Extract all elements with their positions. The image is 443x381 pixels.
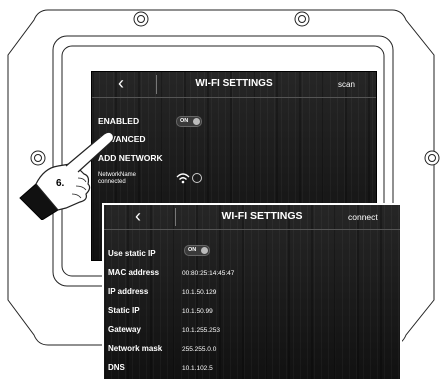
toggle-knob	[193, 118, 200, 125]
header-divider	[156, 75, 157, 94]
network-mask-value[interactable]: 255.255.0.0	[182, 346, 216, 353]
step-number-label: 6.	[56, 178, 65, 189]
header-divider	[175, 208, 176, 226]
gateway-value[interactable]: 10.1.255.253	[182, 327, 220, 334]
back-chevron-icon[interactable]: ‹	[118, 72, 124, 94]
screw-top-left-icon	[133, 11, 149, 27]
wifi-advanced-screen: ‹ WI-FI SETTINGS connect Use static IP O…	[102, 203, 402, 381]
wifi-enabled-toggle[interactable]: ON	[176, 116, 202, 127]
screen2-header: ‹ WI-FI SETTINGS connect	[104, 205, 400, 230]
gateway-label: Gateway	[108, 325, 141, 334]
screen1-title: WI-FI SETTINGS	[195, 78, 273, 89]
pointing-hand-icon	[19, 131, 115, 220]
screw-top-right-icon	[294, 11, 310, 27]
static-ip-value[interactable]: 10.1.50.99	[182, 308, 213, 315]
screen1-header: ‹ WI-FI SETTINGS scan	[92, 72, 376, 98]
toggle-knob	[201, 247, 208, 254]
static-ip-toggle[interactable]: ON	[184, 245, 210, 256]
ip-address-value: 10.1.50.129	[182, 289, 217, 296]
network-radio-icon[interactable]	[192, 173, 202, 183]
use-static-ip-label: Use static IP	[108, 249, 156, 258]
mac-address-value: 00:80:25:14:45:47	[182, 270, 235, 277]
scan-button[interactable]: scan	[338, 72, 355, 97]
static-ip-label: Static IP	[108, 306, 140, 315]
mac-address-label: MAC address	[108, 268, 160, 277]
wifi-signal-icon	[176, 173, 190, 184]
dns-label: DNS	[108, 363, 125, 372]
dns-value[interactable]: 10.1.102.5	[182, 365, 213, 372]
screw-right-icon	[424, 150, 440, 166]
screen2-title: WI-FI SETTINGS	[221, 210, 303, 222]
connect-button[interactable]: connect	[348, 205, 378, 229]
network-mask-label: Network mask	[108, 344, 163, 353]
ip-address-label: IP address	[108, 287, 149, 296]
back-chevron-icon[interactable]: ‹	[135, 205, 141, 227]
enabled-label: ENABLED	[98, 116, 140, 126]
